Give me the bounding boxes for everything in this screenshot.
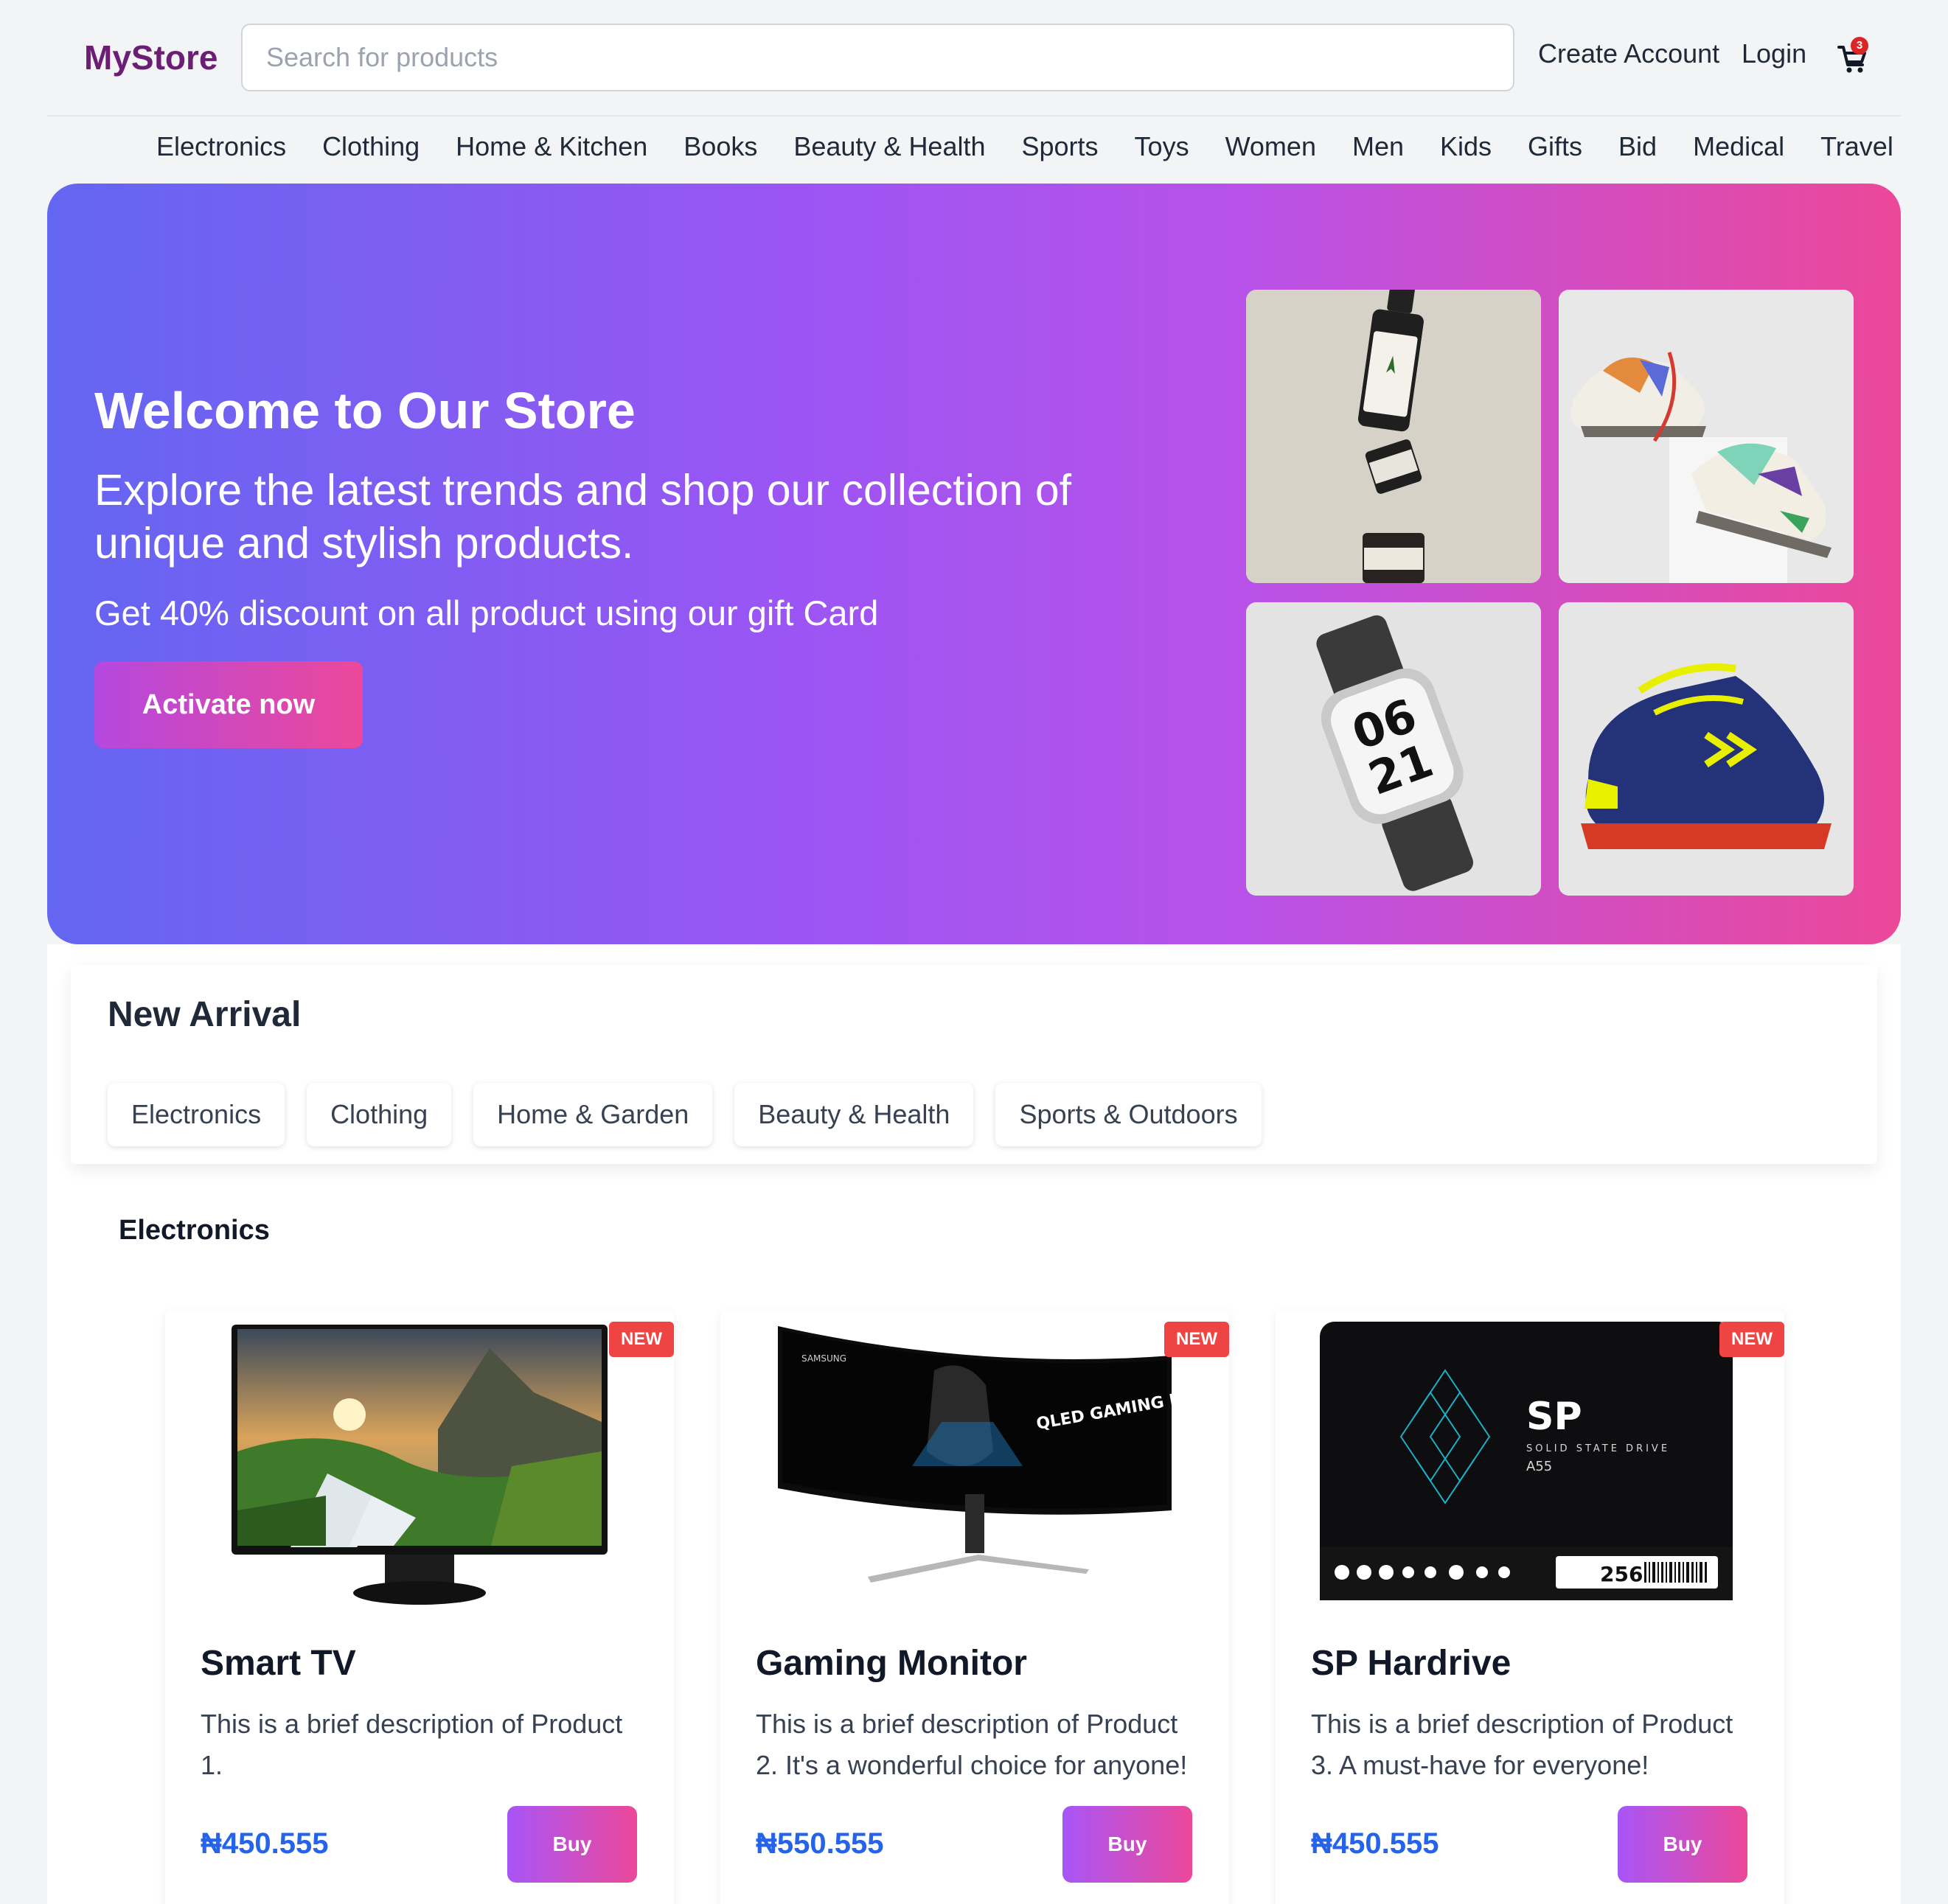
product-description: This is a brief description of Product 3… xyxy=(1311,1709,1733,1780)
buy-button[interactable]: Buy xyxy=(1618,1806,1747,1883)
new-arrival-title: New Arrival xyxy=(108,995,302,1034)
filter-sports-outdoors[interactable]: Sports & Outdoors xyxy=(995,1083,1262,1146)
product-price: ₦450.555 xyxy=(1311,1827,1439,1860)
category-nav: Electronics Clothing Home & Kitchen Book… xyxy=(156,131,1893,168)
buy-button[interactable]: Buy xyxy=(1062,1806,1192,1883)
category-men[interactable]: Men xyxy=(1352,131,1404,168)
cart-button[interactable]: 3 xyxy=(1832,37,1873,78)
create-account-link[interactable]: Create Account xyxy=(1538,38,1719,69)
hero-title: Welcome to Our Store xyxy=(94,382,636,439)
filter-home-garden[interactable]: Home & Garden xyxy=(473,1083,713,1146)
category-electronics[interactable]: Electronics xyxy=(156,131,286,168)
new-arrival-panel: New Arrival Electronics Clothing Home & … xyxy=(71,965,1877,1164)
category-toys[interactable]: Toys xyxy=(1135,131,1189,168)
product-description: This is a brief description of Product 1… xyxy=(201,1709,623,1780)
product-description: This is a brief description of Product 2… xyxy=(756,1709,1188,1780)
activate-now-button[interactable]: Activate now xyxy=(94,661,363,748)
store-logo[interactable]: MyStore xyxy=(84,38,240,77)
search-input[interactable] xyxy=(241,24,1514,91)
category-medical[interactable]: Medical xyxy=(1693,131,1784,168)
login-link[interactable]: Login xyxy=(1742,38,1806,69)
new-arrival-filters: Electronics Clothing Home & Garden Beaut… xyxy=(108,1083,1262,1146)
category-books[interactable]: Books xyxy=(683,131,757,168)
product-card: SAMSUNG QLED GAMING MONITOR NEW Gaming M… xyxy=(720,1310,1229,1904)
category-women[interactable]: Women xyxy=(1225,131,1316,168)
cart-count-badge: 3 xyxy=(1851,37,1868,55)
ssd-capacity-text: 256 xyxy=(1600,1562,1643,1586)
filter-clothing[interactable]: Clothing xyxy=(307,1083,452,1146)
ssd-drive-image: SP SOLID STATE DRIVE A55 256 xyxy=(1305,1319,1755,1614)
curved-gaming-monitor-image: SAMSUNG QLED GAMING MONITOR xyxy=(750,1319,1200,1614)
category-kids[interactable]: Kids xyxy=(1440,131,1492,168)
smartwatch-image: 06 21 xyxy=(1246,602,1541,896)
product-title[interactable]: SP Hardrive xyxy=(1311,1643,1511,1684)
category-bid[interactable]: Bid xyxy=(1618,131,1657,168)
buy-button[interactable]: Buy xyxy=(507,1806,637,1883)
main-content: New Arrival Electronics Clothing Home & … xyxy=(47,944,1901,1904)
category-beauty-health[interactable]: Beauty & Health xyxy=(793,131,985,168)
header: MyStore Create Account Login 3 xyxy=(47,24,1901,91)
category-travel[interactable]: Travel xyxy=(1820,131,1893,168)
svg-text:SP: SP xyxy=(1526,1395,1582,1439)
ssd-model-text: A55 xyxy=(1526,1459,1552,1474)
new-badge: NEW xyxy=(1164,1322,1229,1357)
product-price: ₦550.555 xyxy=(756,1827,884,1860)
product-title[interactable]: Gaming Monitor xyxy=(756,1643,1027,1684)
product-title[interactable]: Smart TV xyxy=(201,1643,356,1684)
hero-subtitle: Explore the latest trends and shop our c… xyxy=(94,466,1072,568)
new-badge: NEW xyxy=(1719,1322,1784,1357)
product-card: NEW Smart TV This is a brief description… xyxy=(165,1310,674,1904)
monitor-brand-text: SAMSUNG xyxy=(801,1353,846,1364)
product-price: ₦450.555 xyxy=(201,1827,329,1860)
category-sports[interactable]: Sports xyxy=(1022,131,1099,168)
sneakers-pair-image xyxy=(1559,290,1854,583)
product-card: SP SOLID STATE DRIVE A55 256 NEW SP Hard… xyxy=(1276,1310,1784,1904)
ssd-type-text: SOLID STATE DRIVE xyxy=(1526,1443,1670,1454)
hemp-seed-bottles-image xyxy=(1246,290,1541,583)
category-home-kitchen[interactable]: Home & Kitchen xyxy=(456,131,647,168)
hero-banner: Welcome to Our Store Explore the latest … xyxy=(47,184,1901,944)
hero-offer-text: Get 40% discount on all product using ou… xyxy=(94,593,879,632)
new-badge: NEW xyxy=(609,1322,674,1357)
monitor-landscape-image xyxy=(195,1319,644,1614)
section-title: Electronics xyxy=(119,1215,270,1246)
header-divider xyxy=(47,115,1901,116)
filter-electronics[interactable]: Electronics xyxy=(108,1083,285,1146)
category-gifts[interactable]: Gifts xyxy=(1528,131,1582,168)
filter-beauty-health[interactable]: Beauty & Health xyxy=(734,1083,974,1146)
category-clothing[interactable]: Clothing xyxy=(322,131,420,168)
blue-sneaker-image xyxy=(1559,602,1854,896)
